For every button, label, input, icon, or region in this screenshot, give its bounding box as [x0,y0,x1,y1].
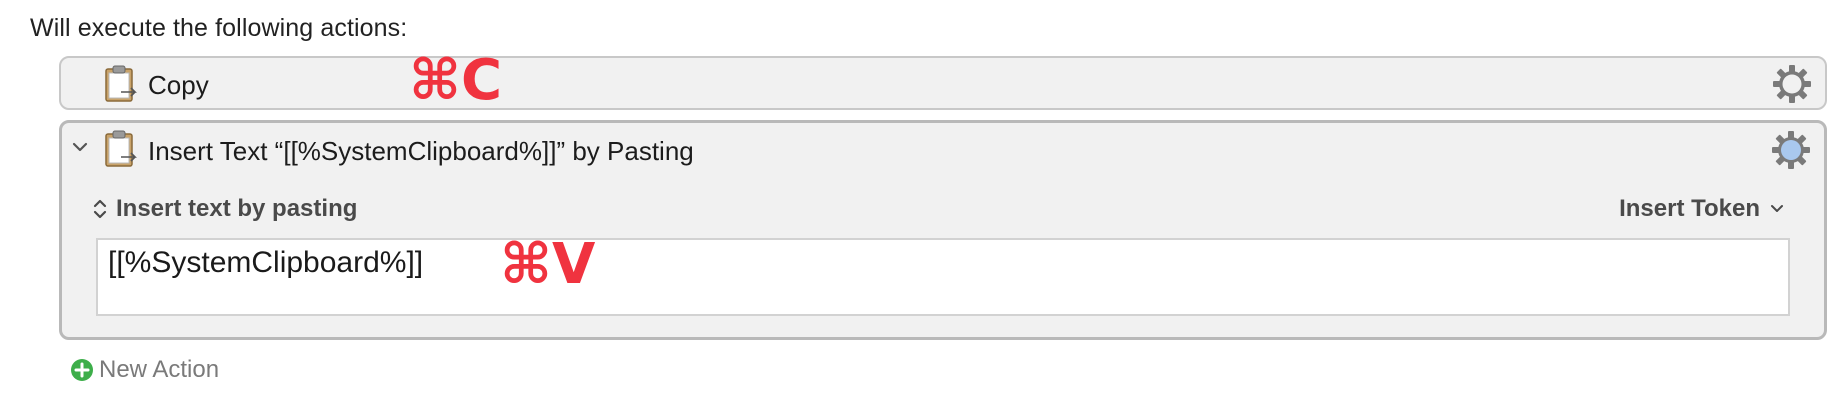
chevron-down-icon [1771,205,1783,212]
insert-token-menu[interactable]: Insert Token [1619,195,1784,223]
insert-mode-popup[interactable]: Insert text by pasting [92,193,357,225]
action-title: Copy [148,70,209,100]
paste-shortcut-annotation: ⌘V [500,232,596,297]
action-header[interactable]: Insert Text “[[%SystemClipboard%]]” by P… [62,123,1824,175]
copy-shortcut-annotation: ⌘C [409,48,503,113]
actions-heading: Will execute the following actions: [30,14,408,42]
macro-actions-panel: Will execute the following actions: Copy [0,0,1834,404]
new-action-label: New Action [99,356,220,383]
action-insert-text[interactable]: Insert Text “[[%SystemClipboard%]]” by P… [59,120,1827,340]
chevron-down-icon[interactable] [70,137,90,157]
clipboard-icon [105,65,137,102]
gear-icon[interactable] [1771,63,1813,105]
action-copy[interactable]: Copy [59,56,1827,110]
gear-icon[interactable] [1770,129,1812,171]
action-title: Insert Text “[[%SystemClipboard%]]” by P… [148,136,694,166]
up-down-chevron-icon [93,199,107,219]
action-header[interactable]: Copy [61,58,1825,110]
new-action-button[interactable]: New Action [70,356,219,384]
insert-text-field[interactable]: [[%SystemClipboard%]] [96,238,1790,316]
insert-mode-label: Insert text by pasting [116,195,358,222]
insert-token-label: Insert Token [1619,195,1760,222]
clipboard-icon [105,130,137,167]
plus-circle-icon [71,359,93,381]
